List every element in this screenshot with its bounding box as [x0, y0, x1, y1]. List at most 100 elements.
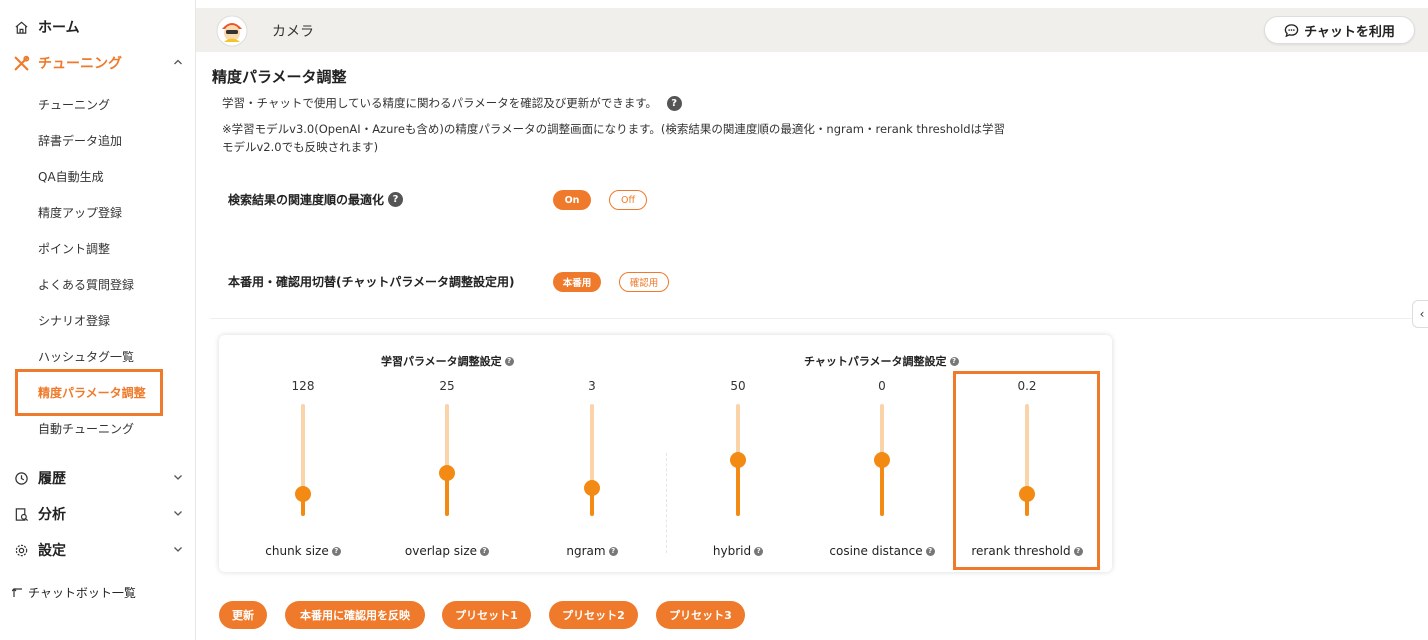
slider-value: 0	[878, 379, 886, 393]
slider-chunk-size[interactable]: 128 chunk size?	[233, 375, 373, 565]
on-toggle-button[interactable]: On	[553, 190, 591, 210]
nav-home-label: ホーム	[38, 20, 80, 36]
slider-value: 128	[291, 379, 315, 393]
chevron-down-icon[interactable]	[172, 507, 184, 519]
chevron-down-icon[interactable]	[172, 543, 184, 555]
slider-ngram[interactable]: 3 ngram?	[522, 375, 662, 565]
update-button[interactable]: 更新	[219, 601, 267, 629]
chevron-down-icon[interactable]	[172, 471, 184, 483]
page-title: 精度パラメータ調整	[212, 68, 347, 86]
help-icon[interactable]: ?	[504, 356, 514, 366]
help-icon[interactable]: ?	[754, 546, 764, 556]
parameter-card: 学習パラメータ調整設定 ? チャットパラメータ調整設定 ? 128 chunk …	[219, 335, 1112, 572]
nav-chatbot-list-label: チャットボット一覧	[28, 585, 136, 600]
slider-label: rerank threshold	[971, 544, 1071, 558]
chat-params-title-text: チャットパラメータ調整設定	[804, 355, 947, 368]
nav-tuning-label: チューニング	[38, 56, 122, 72]
top-bar: カメラ チャットを利用	[196, 8, 1428, 52]
slider-label-row: ngram?	[522, 544, 662, 558]
group-divider	[666, 453, 667, 553]
slider-hybrid[interactable]: 50 hybrid?	[668, 375, 808, 565]
slider-label: cosine distance	[829, 544, 923, 558]
chevron-left-icon: ‹	[1419, 307, 1425, 321]
sidebar-item-auto-tuning[interactable]: 自動チューニング	[38, 420, 134, 437]
slider-value: 25	[439, 379, 455, 393]
slider-label-row: hybrid?	[668, 544, 808, 558]
slider-cosine-distance[interactable]: 0 cosine distance?	[812, 375, 952, 565]
slider-label-row: chunk size?	[233, 544, 373, 558]
check-toggle-button[interactable]: 確認用	[619, 272, 669, 292]
chevron-up-icon[interactable]	[172, 56, 184, 68]
help-icon[interactable]: ?	[925, 546, 935, 556]
learning-params-title-text: 学習パラメータ調整設定	[381, 355, 502, 368]
preset3-button[interactable]: プリセット3	[656, 601, 745, 629]
tools-icon	[12, 54, 30, 72]
use-chat-label: チャットを利用	[1304, 24, 1395, 40]
sidebar-item-dictionary[interactable]: 辞書データ追加	[38, 132, 122, 149]
sidebar-item-accuracy-up[interactable]: 精度アップ登録	[38, 204, 122, 221]
bot-name: カメラ	[272, 24, 314, 40]
section-divider	[210, 318, 1428, 319]
home-icon	[12, 18, 30, 36]
use-chat-button[interactable]: チャットを利用	[1264, 16, 1415, 44]
sidebar-item-qa-generate[interactable]: QA自動生成	[38, 168, 104, 185]
slider-label-row: overlap size?	[377, 544, 517, 558]
nav-history[interactable]: 履歴	[12, 468, 66, 488]
slider-value: 50	[730, 379, 746, 393]
help-icon[interactable]: ?	[480, 546, 490, 556]
slider-thumb[interactable]	[730, 452, 746, 468]
model-note-line1: ※学習モデルv3.0(OpenAI・Azureも含め)の精度パラメータの調整画面…	[222, 122, 1006, 136]
off-toggle-button[interactable]: Off	[609, 190, 647, 210]
env-switch-label: 本番用・確認用切替(チャットパラメータ調整設定用)	[228, 275, 515, 289]
sidebar-item-faq[interactable]: よくある質問登録	[38, 276, 134, 293]
learning-params-title: 学習パラメータ調整設定 ?	[381, 353, 514, 369]
sidebar-item-point-adjust[interactable]: ポイント調整	[38, 240, 110, 257]
slider-thumb[interactable]	[439, 465, 455, 482]
production-toggle-button[interactable]: 本番用	[553, 272, 601, 292]
sidebar-item-scenario[interactable]: シナリオ登録	[38, 312, 110, 329]
sidebar-item-precision-params[interactable]: 精度パラメータ調整	[38, 384, 146, 401]
gear-icon	[12, 541, 30, 559]
env-switch-row-label: 本番用・確認用切替(チャットパラメータ調整設定用)	[228, 273, 515, 290]
help-icon[interactable]: ?	[949, 356, 959, 366]
slider-thumb[interactable]	[874, 452, 890, 468]
sidebar-item-hashtags[interactable]: ハッシュタグ一覧	[38, 348, 134, 365]
panel-collapse-tab[interactable]: ‹	[1412, 300, 1428, 328]
slider-thumb[interactable]	[1019, 485, 1035, 502]
nav-tuning[interactable]: チューニング	[12, 53, 122, 73]
help-icon[interactable]: ?	[608, 546, 618, 556]
help-icon[interactable]: ?	[1073, 546, 1083, 556]
bot-avatar	[216, 15, 248, 47]
sidebar-item-tuning[interactable]: チューニング	[38, 96, 110, 113]
help-icon[interactable]: ?	[388, 192, 404, 207]
slider-label: chunk size	[265, 544, 329, 558]
chat-params-title: チャットパラメータ調整設定 ?	[804, 353, 959, 369]
slider-thumb[interactable]	[295, 485, 311, 502]
model-note-line2: モデルv2.0でも反映されます)	[222, 140, 379, 154]
slider-thumb[interactable]	[584, 480, 600, 496]
sidebar: ホーム チューニング チューニング 辞書データ追加 QA自動生成 精度アップ登録…	[0, 0, 196, 640]
nav-settings[interactable]: 設定	[12, 540, 66, 560]
slider-label: ngram	[566, 544, 606, 558]
slider-overlap-size[interactable]: 25 overlap size?	[377, 375, 517, 565]
preset1-button[interactable]: プリセット1	[442, 601, 531, 629]
nav-analysis[interactable]: 分析	[12, 504, 66, 524]
preset2-button[interactable]: プリセット2	[549, 601, 638, 629]
help-icon[interactable]: ?	[331, 546, 341, 556]
nav-chatbot-list[interactable]: チャットボット一覧	[12, 583, 136, 601]
slider-fill	[736, 460, 740, 516]
nav-home[interactable]: ホーム	[12, 17, 80, 37]
slider-label-row: cosine distance?	[812, 544, 952, 558]
chat-bubble-icon	[1284, 23, 1299, 37]
slider-value: 3	[588, 379, 596, 393]
slider-rerank-threshold[interactable]: 0.2 rerank threshold?	[957, 375, 1097, 565]
apply-to-production-button[interactable]: 本番用に確認用を反映	[285, 601, 425, 629]
nav-settings-label: 設定	[38, 543, 66, 559]
optimize-label: 検索結果の関連度順の最適化	[228, 193, 385, 207]
slider-label: hybrid	[712, 544, 752, 558]
arrow-up-icon	[12, 583, 24, 601]
slider-value: 0.2	[1017, 379, 1037, 393]
help-icon[interactable]: ?	[666, 96, 682, 111]
slider-fill	[880, 460, 884, 516]
description-text: 学習・チャットで使用している精度に関わるパラメータを確認及び更新ができます。	[222, 96, 658, 110]
